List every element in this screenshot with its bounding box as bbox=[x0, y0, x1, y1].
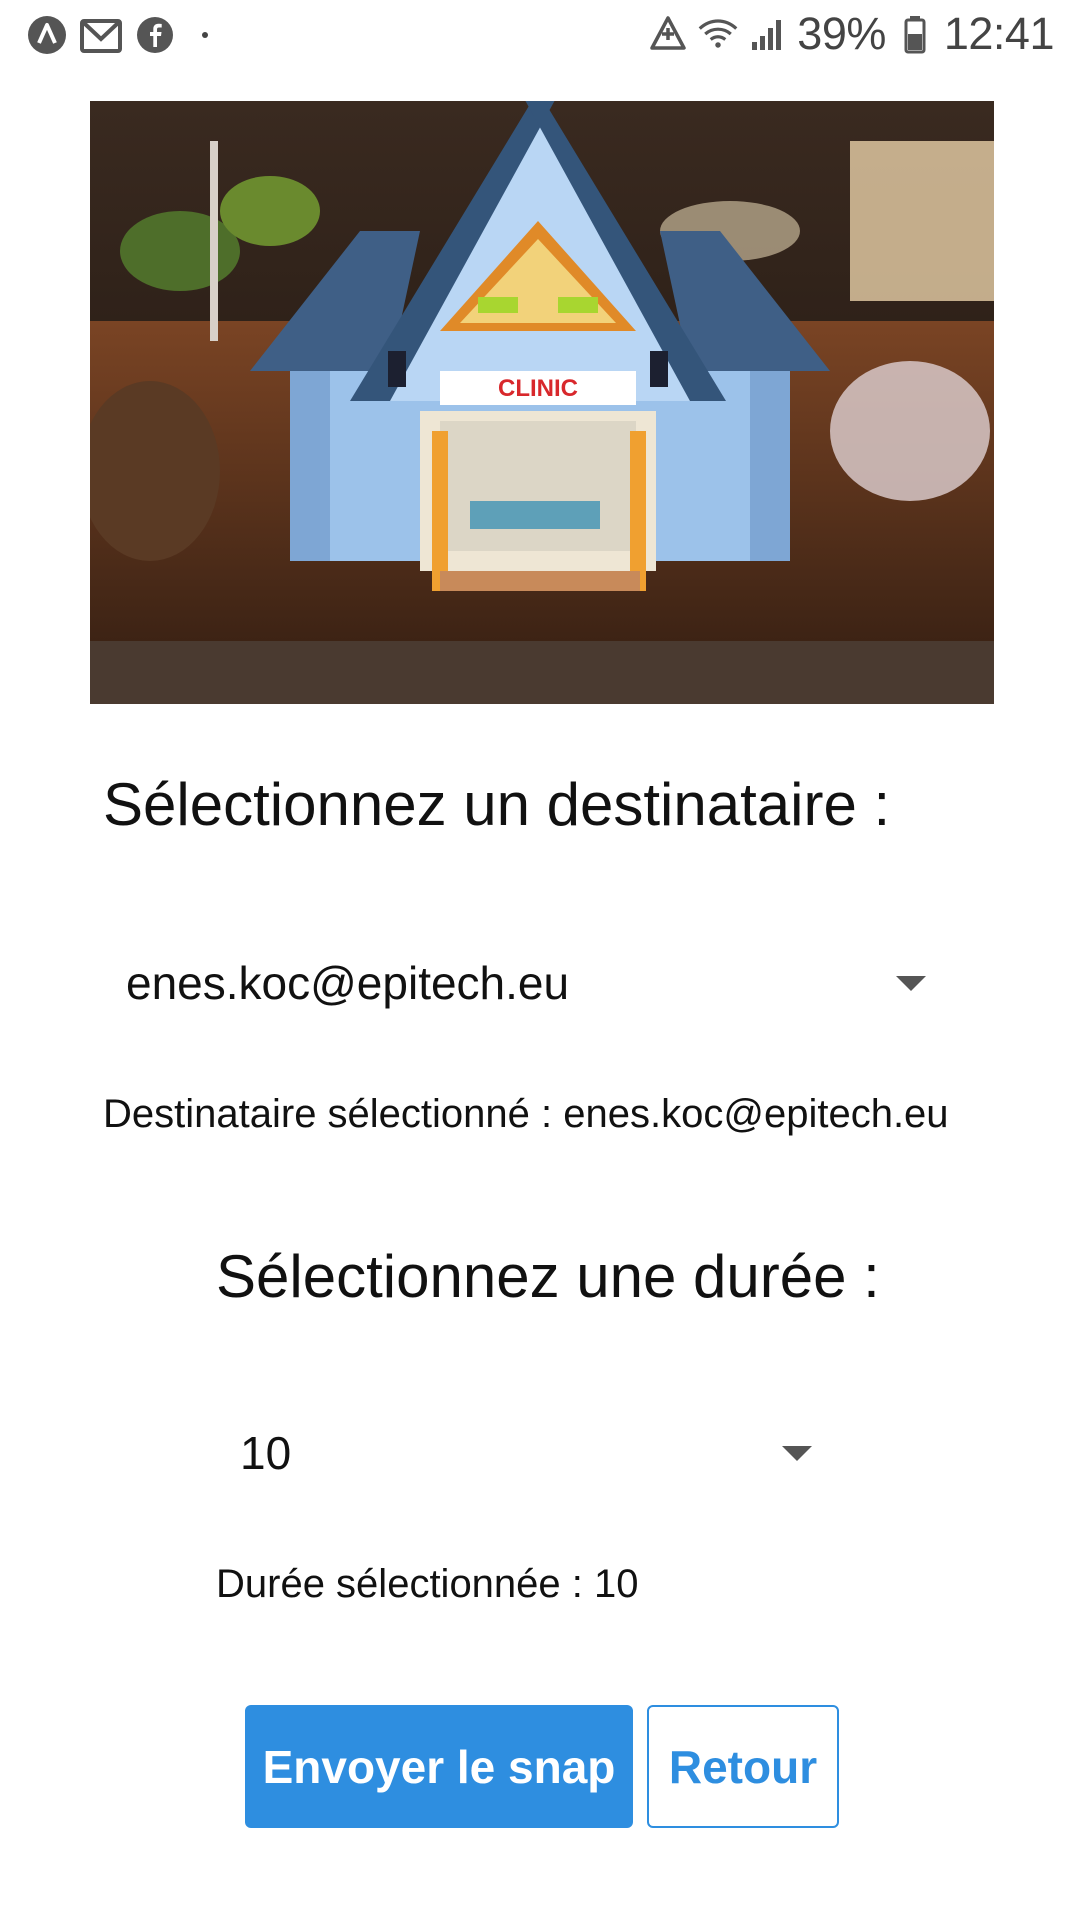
duration-select-value: 10 bbox=[240, 1427, 292, 1479]
snap-photo-image: CLINIC bbox=[90, 101, 994, 704]
battery-icon bbox=[894, 13, 936, 55]
recipient-select-value: enes.koc@epitech.eu bbox=[126, 957, 570, 1009]
send-snap-button[interactable]: Envoyer le snap bbox=[245, 1705, 633, 1828]
dot-icon bbox=[202, 32, 208, 38]
clock: 12:41 bbox=[943, 8, 1055, 59]
gmail-icon bbox=[80, 14, 122, 56]
snap-photo: CLINIC bbox=[90, 101, 994, 704]
recipient-select[interactable]: enes.koc@epitech.eu bbox=[126, 950, 926, 1016]
back-button[interactable]: Retour bbox=[647, 1705, 839, 1828]
duration-select[interactable]: 10 bbox=[240, 1420, 830, 1486]
signal-icon bbox=[747, 13, 789, 55]
chevron-down-icon bbox=[782, 1446, 812, 1461]
notification-icons bbox=[26, 14, 208, 56]
app-a-icon bbox=[26, 14, 68, 56]
data-saver-icon bbox=[647, 13, 689, 55]
clinic-sign-text: CLINIC bbox=[498, 375, 578, 402]
status-bar: 39% 12:41 bbox=[0, 0, 1080, 70]
wifi-icon bbox=[697, 13, 739, 55]
recipient-heading: Sélectionnez un destinataire : bbox=[103, 771, 891, 838]
duration-selected-text: Durée sélectionnée : 10 bbox=[216, 1562, 639, 1606]
system-status: 39% 12:41 bbox=[647, 8, 1055, 60]
battery-percent: 39% bbox=[797, 8, 886, 59]
chevron-down-icon bbox=[896, 976, 926, 991]
facebook-icon bbox=[134, 14, 176, 56]
recipient-selected-text: Destinataire sélectionné : enes.koc@epit… bbox=[103, 1092, 949, 1136]
duration-heading: Sélectionnez une durée : bbox=[216, 1243, 880, 1310]
